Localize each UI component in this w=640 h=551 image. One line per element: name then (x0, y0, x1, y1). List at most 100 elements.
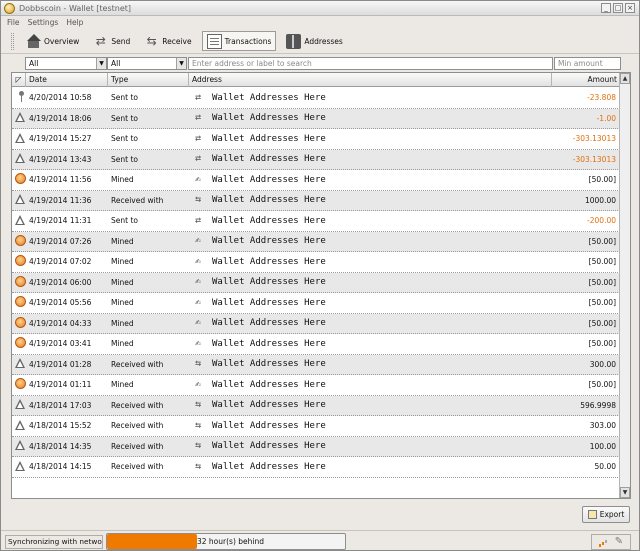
type-column-header[interactable]: Type (108, 73, 189, 87)
address-text: Wallet Addresses Here (212, 174, 326, 185)
tab-transactions[interactable]: Transactions (201, 31, 277, 51)
address-text: Wallet Addresses Here (212, 318, 326, 329)
confirmed-status-icon (15, 460, 25, 471)
status-column-header[interactable]: ◸ (12, 73, 26, 87)
status-cell (12, 173, 26, 186)
table-row[interactable]: 4/19/2014 11:56 Mined ✍ Wallet Addresses He… (12, 170, 620, 191)
amount-cell: -200.00 (587, 216, 616, 226)
status-cell (12, 337, 26, 350)
type-filter-select[interactable]: All ▼ (107, 57, 187, 70)
date-cell: 4/18/2014 15:52 (29, 421, 92, 431)
tab-send[interactable]: ⇄ Send (89, 31, 134, 51)
table-row[interactable]: 4/19/2014 11:36 Received with ⇆ Wallet Addr… (12, 190, 620, 211)
type-cell: Mined (111, 175, 134, 185)
table-row[interactable]: 4/19/2014 15:27 Sent to ⇄ Wallet Addresses … (12, 129, 620, 150)
confirmed-status-icon (15, 399, 25, 410)
address-text: Wallet Addresses Here (212, 379, 326, 390)
clock-status-icon (14, 316, 26, 328)
date-cell: 4/19/2014 18:06 (29, 113, 92, 123)
received-icon: ⇆ (194, 460, 202, 472)
table-row[interactable]: 4/18/2014 14:35 Received with ⇆ Wallet Addr… (12, 436, 620, 457)
table-row[interactable]: 4/19/2014 01:11 Mined ✍ Wallet Addresses He… (12, 375, 620, 396)
status-cell (12, 275, 26, 289)
amount-column-header[interactable]: Amount (552, 73, 620, 87)
address-cell: ⇆ Wallet Addresses Here (189, 358, 552, 370)
address-text: Wallet Addresses Here (212, 461, 326, 472)
date-cell: 4/19/2014 11:36 (29, 195, 92, 205)
address-cell: ⇆ Wallet Addresses Here (189, 461, 552, 473)
tab-receive-label: Receive (162, 36, 192, 46)
min-amount-input[interactable] (554, 57, 621, 70)
status-cell (12, 234, 26, 248)
status-cell (12, 194, 26, 206)
amount-cell: 50.00 (594, 462, 616, 472)
status-cell (12, 358, 26, 370)
type-cell: Sent to (111, 113, 138, 123)
toolbar-grip[interactable] (11, 32, 14, 50)
status-cell (12, 214, 26, 227)
table-row[interactable]: 4/19/2014 11:31 Sent to ⇄ Wallet Addresses … (12, 211, 620, 232)
mined-icon: ✍ (194, 255, 202, 267)
table-row[interactable]: 4/20/2014 10:58 Sent to ⇄ Wallet Addresses … (12, 88, 620, 109)
status-cell (12, 316, 26, 330)
maximize-button[interactable]: □ (613, 3, 623, 13)
address-text: Wallet Addresses Here (212, 133, 326, 144)
vertical-scrollbar[interactable]: ▲ ▼ (619, 73, 630, 498)
table-row[interactable]: 4/19/2014 01:28 Received with ⇆ Wallet Addr… (12, 354, 620, 375)
address-cell: ✍ Wallet Addresses Here (189, 235, 552, 247)
table-row[interactable]: 4/18/2014 14:15 Received with ⇆ Wallet Addr… (12, 457, 620, 478)
mined-icon: ✍ (194, 276, 202, 288)
scroll-down-button[interactable]: ▼ (620, 487, 630, 498)
table-row[interactable]: 4/19/2014 07:02 Mined ✍ Wallet Addresses He… (12, 252, 620, 273)
minimize-button[interactable]: _ (601, 3, 611, 13)
date-filter-value: All (29, 59, 39, 68)
address-text: Wallet Addresses Here (212, 420, 326, 431)
type-cell: Mined (111, 236, 134, 246)
sent-icon: ⇄ (194, 112, 202, 124)
received-icon: ⇆ (194, 419, 202, 431)
clock-status-icon (14, 275, 26, 287)
address-cell: ⇄ Wallet Addresses Here (189, 92, 552, 104)
date-cell: 4/19/2014 11:31 (29, 216, 92, 226)
address-cell: ✍ Wallet Addresses Here (189, 256, 552, 268)
date-cell: 4/19/2014 01:11 (29, 380, 92, 390)
amount-cell: [50.00] (588, 175, 616, 185)
menu-help[interactable]: Help (66, 18, 83, 27)
confirmed-status-icon (15, 419, 25, 430)
table-row[interactable]: 4/19/2014 05:56 Mined ✍ Wallet Addresses He… (12, 293, 620, 314)
amount-cell: 300.00 (589, 359, 616, 369)
table-row[interactable]: 4/19/2014 07:26 Mined ✍ Wallet Addresses He… (12, 231, 620, 252)
scroll-up-button[interactable]: ▲ (620, 73, 630, 84)
tab-overview[interactable]: Overview (22, 31, 83, 51)
export-button[interactable]: Export (582, 506, 630, 523)
tab-receive[interactable]: ⇆ Receive (140, 31, 195, 51)
date-filter-select[interactable]: All ▼ (25, 57, 107, 70)
menu-file[interactable]: File (7, 18, 20, 27)
table-row[interactable]: 4/18/2014 15:52 Received with ⇆ Wallet Addr… (12, 416, 620, 437)
received-icon: ⇆ (194, 440, 202, 452)
table-row[interactable]: 4/19/2014 03:41 Mined ✍ Wallet Addresses He… (12, 334, 620, 355)
table-row[interactable]: 4/19/2014 06:00 Mined ✍ Wallet Addresses He… (12, 272, 620, 293)
table-row[interactable]: 4/19/2014 13:43 Sent to ⇄ Wallet Addresses … (12, 149, 620, 170)
wallet-window: Dobbscoin - Wallet [testnet] _ □ × File … (0, 0, 640, 551)
amount-cell: [50.00] (588, 339, 616, 349)
address-cell: ⇄ Wallet Addresses Here (189, 133, 552, 145)
table-row[interactable]: 4/19/2014 18:06 Sent to ⇄ Wallet Addresses … (12, 108, 620, 129)
date-column-header[interactable]: Date (26, 73, 108, 87)
table-row[interactable]: 4/19/2014 04:33 Mined ✍ Wallet Addresses He… (12, 313, 620, 334)
date-cell: 4/19/2014 13:43 (29, 154, 92, 164)
clock-status-icon (14, 378, 26, 390)
menu-settings[interactable]: Settings (28, 18, 59, 27)
date-cell: 4/20/2014 10:58 (29, 93, 92, 103)
address-column-header[interactable]: Address (189, 73, 552, 87)
connections-signal-icon[interactable] (598, 538, 609, 547)
table-row[interactable]: 4/18/2014 17:03 Received with ⇆ Wallet Addr… (12, 395, 620, 416)
mined-icon: ✍ (194, 378, 202, 390)
address-search-input[interactable] (188, 57, 553, 70)
status-cell (12, 91, 26, 104)
title-bar: Dobbscoin - Wallet [testnet] _ □ × (1, 1, 639, 16)
sync-icon[interactable]: ✎ (615, 537, 623, 547)
clock-status-icon (14, 234, 26, 246)
close-button[interactable]: × (625, 3, 635, 13)
tab-addresses[interactable]: Addresses (282, 31, 346, 51)
